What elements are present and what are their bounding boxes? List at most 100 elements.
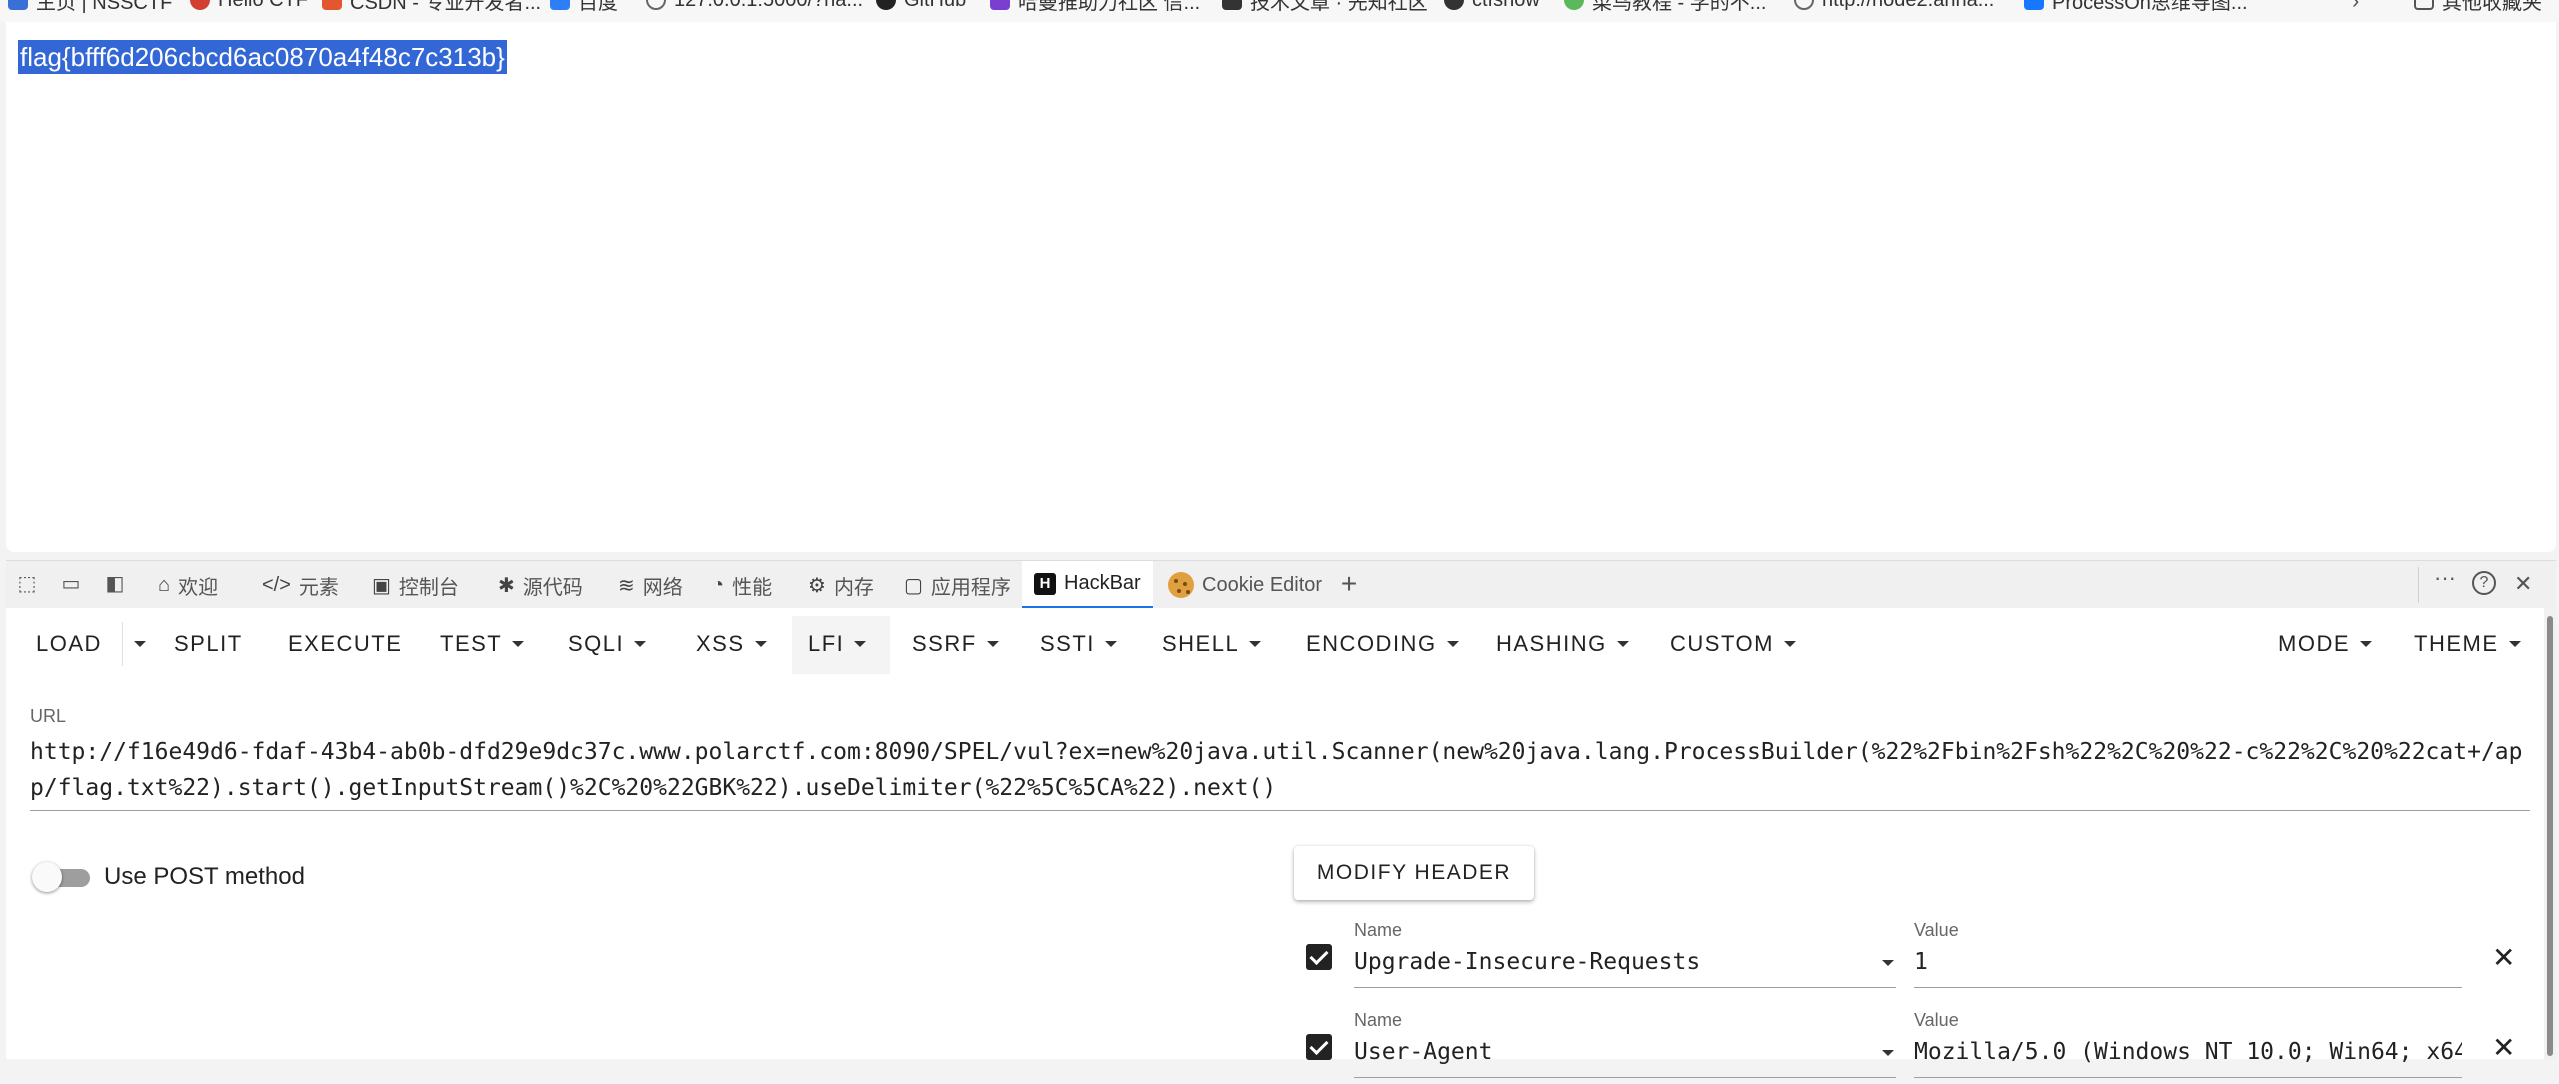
devtools-tab-network[interactable]: ≋ 网络 — [606, 561, 695, 609]
encoding-menu[interactable]: ENCODING — [1306, 628, 1459, 660]
bug-icon: ✱ — [498, 574, 515, 597]
menu-label: MODE — [2278, 631, 2350, 656]
header-name-field[interactable]: User-Agent — [1354, 1034, 1896, 1078]
xss-menu[interactable]: XSS — [696, 628, 767, 660]
devtools-tab-hackbar[interactable]: H HackBar — [1022, 561, 1153, 609]
bookmark-item[interactable]: ProcessOn思维导图... — [2024, 0, 2248, 14]
menu-label: HASHING — [1496, 631, 1607, 656]
bookmark-item[interactable]: 技术文章 · 先知社区 — [1222, 0, 1428, 14]
lfi-menu[interactable]: LFI — [808, 628, 867, 660]
split-button[interactable]: SPLIT — [174, 628, 243, 660]
more-options-icon[interactable]: ··· — [2434, 565, 2456, 591]
bookmark-label: ctfshow — [1472, 0, 1540, 12]
menu-label: CUSTOM — [1670, 631, 1774, 656]
device-emulation-icon[interactable]: ▭ — [58, 571, 84, 597]
header-name-field[interactable]: Upgrade-Insecure-Requests — [1354, 944, 1896, 988]
header-name-dropdown-icon[interactable] — [1882, 1050, 1894, 1056]
modify-header-button[interactable]: MODIFY HEADER — [1294, 846, 1534, 900]
bookmark-label: 哈曼推助力社区 信... — [1018, 0, 1201, 14]
remove-header-icon[interactable]: ✕ — [2492, 944, 2515, 972]
bookmark-label: ProcessOn思维导图... — [2052, 0, 2248, 14]
shell-menu[interactable]: SHELL — [1162, 628, 1262, 660]
header-value-field[interactable]: Mozilla/5.0 (Windows NT 10.0; Win64; x64… — [1914, 1034, 2462, 1078]
header-name-dropdown-icon[interactable] — [1882, 960, 1894, 966]
header-value-field[interactable]: 1 — [1914, 944, 2462, 988]
load-button[interactable]: LOAD — [36, 628, 102, 660]
ssrf-menu[interactable]: SSRF — [912, 628, 999, 660]
load-dropdown-toggle[interactable] — [130, 628, 146, 660]
cookie-icon — [1168, 572, 1194, 598]
bookmark-item[interactable]: 主页 | NSSCTF — [8, 0, 173, 14]
caret-down-icon — [1616, 641, 1629, 647]
test-menu[interactable]: TEST — [440, 628, 525, 660]
header-value-label: Value — [1914, 1010, 1959, 1030]
menu-label: LOAD — [36, 631, 102, 656]
bookmark-item[interactable]: ctfshow — [1444, 0, 1540, 12]
url-underline — [30, 810, 2530, 811]
bookmark-item[interactable]: 哈曼推助力社区 信... — [990, 0, 1201, 14]
hackbar-scrollbar[interactable] — [2544, 608, 2556, 1059]
code-tag-icon: </> — [262, 573, 291, 596]
url-textarea[interactable]: http://f16e49d6-fdaf-43b4-ab0b-dfd29e9dc… — [30, 734, 2530, 806]
remove-header-icon[interactable]: ✕ — [2492, 1034, 2515, 1062]
bookmark-item-other-favorites[interactable]: 其他收藏夹 — [2414, 0, 2542, 14]
devtools-tab-label: 性能 — [732, 576, 773, 599]
use-post-toggle[interactable] — [32, 860, 92, 894]
close-devtools-icon[interactable]: ✕ — [2514, 571, 2532, 597]
header-name-label: Name — [1354, 1010, 1403, 1030]
devtools-tab-bar: ⬚ ▭ ◧ ⌂ 欢迎 </> 元素 ▣ 控制台 ✱ 源代码 ≋ 网络 ◔ 性能 ⚙ 内存 ▢ 应… — [6, 560, 2556, 609]
hashing-menu[interactable]: HASHING — [1496, 628, 1629, 660]
header-enabled-checkbox[interactable] — [1306, 1034, 1332, 1060]
bookmark-item[interactable]: Hello CTF — [190, 0, 308, 12]
chip-icon: ⚙ — [808, 574, 826, 597]
bookmark-item[interactable]: 百度 — [550, 0, 618, 14]
bookmark-favicon-icon — [322, 0, 342, 10]
github-icon — [876, 0, 896, 10]
devtools-tab-welcome[interactable]: ⌂ 欢迎 — [146, 561, 230, 609]
caret-down-icon — [1446, 641, 1459, 647]
caret-down-icon — [1783, 641, 1796, 647]
ssti-menu[interactable]: SSTI — [1040, 628, 1117, 660]
devtools-tab-label: 控制台 — [398, 576, 459, 599]
bookmark-favicon-icon — [1222, 0, 1242, 10]
bookmark-item[interactable]: 菜鸟教程 - 学的不... — [1564, 0, 1766, 14]
bookmarks-bar: 主页 | NSSCTF Hello CTF CSDN - 专业开发者... 百度… — [0, 0, 2559, 22]
caret-down-icon — [634, 641, 647, 647]
devtools-tab-cookie-editor[interactable]: Cookie Editor — [1156, 561, 1334, 609]
inspect-element-icon[interactable]: ⬚ — [14, 571, 40, 597]
menu-label: LFI — [808, 631, 845, 656]
sqli-menu[interactable]: SQLI — [568, 628, 647, 660]
devtools-tab-application[interactable]: ▢ 应用程序 — [892, 561, 1023, 609]
bookmark-favicon-icon — [550, 0, 570, 10]
dock-side-icon[interactable]: ◧ — [102, 571, 128, 597]
url-label: URL — [30, 706, 67, 726]
devtools-tab-elements[interactable]: </> 元素 — [250, 561, 351, 609]
devtools-tab-console[interactable]: ▣ 控制台 — [360, 561, 471, 609]
devtools-tab-memory[interactable]: ⚙ 内存 — [796, 561, 886, 609]
bookmarks-overflow-chevron-icon[interactable]: › — [2352, 0, 2359, 14]
bookmark-item[interactable]: http://node2.anna... — [1794, 0, 1994, 12]
bookmark-item[interactable]: GitHub — [876, 0, 966, 12]
bookmark-label: 主页 | NSSCTF — [36, 0, 173, 14]
theme-menu[interactable]: THEME — [2414, 628, 2521, 660]
custom-menu[interactable]: CUSTOM — [1670, 628, 1796, 660]
add-tab-icon[interactable]: + — [1336, 570, 1362, 598]
devtools-tab-performance[interactable]: ◔ 性能 — [700, 561, 784, 609]
execute-button[interactable]: EXECUTE — [288, 628, 402, 660]
hackbar-logo-icon: H — [1034, 572, 1056, 595]
mode-menu[interactable]: MODE — [2278, 628, 2372, 660]
menu-label: THEME — [2414, 631, 2499, 656]
app-window-icon: ▢ — [904, 574, 923, 597]
devtools-tab-sources[interactable]: ✱ 源代码 — [486, 561, 595, 609]
bookmark-item[interactable]: 127.0.0.1:5000/?na... — [646, 0, 863, 12]
header-enabled-checkbox[interactable] — [1306, 944, 1332, 970]
use-post-label: Use POST method — [104, 863, 305, 890]
header-value-label: Value — [1914, 920, 1959, 940]
bookmark-globe-icon — [1794, 0, 1814, 10]
help-icon[interactable]: ? — [2472, 571, 2496, 595]
caret-down-icon — [134, 641, 146, 647]
bookmark-item[interactable]: CSDN - 专业开发者... — [322, 0, 541, 14]
bookmark-label: GitHub — [904, 0, 966, 12]
bookmark-label: http://node2.anna... — [1822, 0, 1994, 12]
bookmark-label: Hello CTF — [218, 0, 308, 12]
